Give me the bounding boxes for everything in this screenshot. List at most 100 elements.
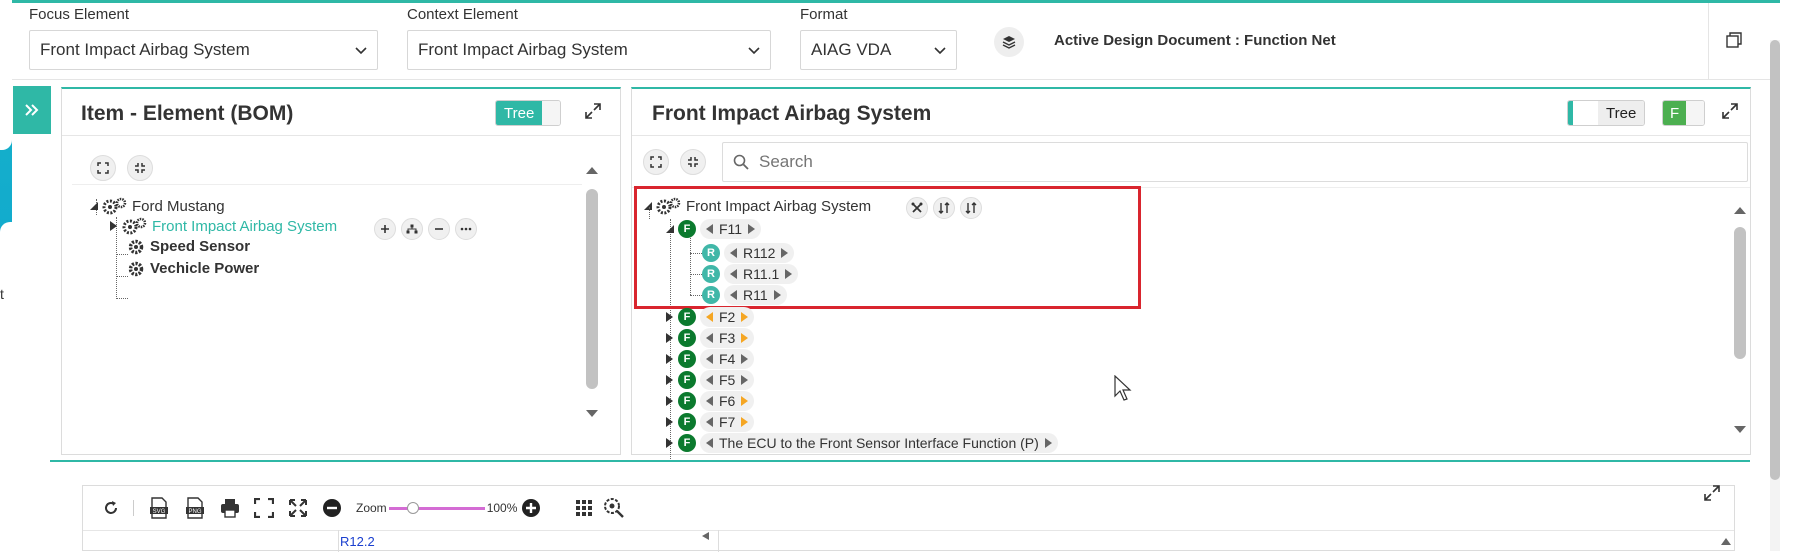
tree-node-ford-mustang[interactable]: Ford Mustang [90, 197, 225, 215]
fn-node-f5[interactable]: F F5 [666, 370, 755, 390]
expand-panel-icon[interactable] [585, 103, 601, 119]
hierarchy-icon [406, 224, 418, 234]
search-box[interactable] [722, 142, 1748, 182]
arrow-right-icon[interactable] [741, 417, 749, 427]
fn-node-ecu-interface[interactable]: F The ECU to the Front Sensor Interface … [666, 433, 1058, 453]
bom-scrollbar-thumb[interactable] [586, 189, 598, 389]
zoom-label: Zoom [356, 501, 387, 515]
search-input[interactable] [757, 151, 1657, 173]
arrow-right-icon[interactable] [1044, 438, 1052, 448]
fullscreen-icon[interactable] [288, 498, 308, 518]
page-scrollbar[interactable] [1770, 40, 1780, 551]
collapsed-triangle-icon [110, 221, 117, 231]
collapse-all-button[interactable] [680, 149, 706, 175]
more-options-button[interactable] [455, 218, 477, 240]
arrow-right-icon[interactable] [741, 333, 749, 343]
fn-node-pill[interactable]: F3 [700, 328, 755, 348]
chevron-down-icon [934, 47, 946, 55]
function-badge: F [678, 350, 696, 368]
scroll-up-icon[interactable] [1733, 205, 1747, 215]
f-toggle[interactable]: F [1662, 100, 1706, 126]
fn-node-f4[interactable]: F F4 [666, 349, 755, 369]
collapse-all-button[interactable] [127, 155, 153, 181]
add-node-button[interactable] [374, 218, 396, 240]
add-child-button[interactable] [401, 218, 423, 240]
context-element-select[interactable]: Front Impact Airbag System [407, 30, 771, 70]
grid-icon[interactable] [575, 499, 593, 517]
arrow-left-icon[interactable] [706, 438, 713, 448]
page-scrollbar-thumb[interactable] [1770, 40, 1780, 480]
arrow-right-icon[interactable] [741, 312, 749, 322]
fn-node-pill[interactable]: F7 [700, 412, 755, 432]
scroll-up-icon[interactable] [585, 165, 599, 175]
zoom-in-icon[interactable] [521, 498, 541, 518]
export-png-button[interactable]: PNG [184, 497, 206, 519]
scroll-down-icon[interactable] [585, 409, 599, 419]
tree-connector [116, 254, 128, 255]
scroll-down-icon[interactable] [1733, 425, 1747, 435]
arrow-left-icon[interactable] [700, 531, 710, 541]
restore-window-icon[interactable] [1726, 32, 1742, 48]
tree-node-label: Ford Mustang [132, 197, 225, 215]
expand-all-button[interactable] [90, 155, 116, 181]
fn-node-f3[interactable]: F F3 [666, 328, 755, 348]
print-icon[interactable] [220, 498, 240, 518]
fit-screen-icon[interactable] [254, 498, 274, 518]
search-icon [733, 154, 749, 170]
arrow-left-icon[interactable] [706, 354, 713, 364]
fn-node-f2[interactable]: F F2 [666, 307, 755, 327]
fn-node-f6[interactable]: F F6 [666, 391, 755, 411]
fn-node-f7[interactable]: F F7 [666, 412, 755, 432]
fn-node-pill[interactable]: The ECU to the Front Sensor Interface Fu… [700, 433, 1058, 453]
fn-node-pill[interactable]: F5 [700, 370, 755, 390]
fn-node-pill[interactable]: F2 [700, 307, 755, 327]
export-svg-button[interactable]: SVG [148, 497, 170, 519]
arrow-left-icon[interactable] [706, 312, 713, 322]
toggle-knob [1686, 101, 1705, 125]
left-edge-strip: t [0, 0, 12, 551]
zoom-out-icon[interactable] [322, 498, 342, 518]
tree-node-label: Speed Sensor [150, 238, 251, 255]
png-file-label: PNG [188, 509, 201, 515]
bom-panel-divider [62, 135, 620, 136]
arrow-left-icon[interactable] [706, 417, 713, 427]
collapsed-triangle-icon [666, 396, 673, 406]
diagram-toolbar: SVG PNG Zoom 100% [83, 486, 1734, 530]
fn-row-clip: F The ECU to the Front Sensor Interface … [632, 433, 1732, 455]
function-panel-title: Front Impact Airbag System [652, 102, 932, 125]
arrow-right-icon[interactable] [741, 354, 749, 364]
diagram-cell-text[interactable]: R12.2 [340, 534, 375, 549]
bom-tree-toggle[interactable]: Tree [495, 100, 562, 126]
expand-panel-icon[interactable] [1722, 103, 1738, 119]
remove-node-button[interactable] [428, 218, 450, 240]
function-tree-toggle[interactable]: Tree [1567, 100, 1646, 126]
zoom-slider-thumb[interactable] [407, 502, 420, 514]
scroll-up-icon[interactable] [1720, 536, 1732, 546]
fn-node-pill[interactable]: F4 [700, 349, 755, 369]
function-tree-toggle-label: Tree [1598, 101, 1645, 125]
tree-node-front-impact-airbag[interactable]: Front Impact Airbag System [110, 217, 337, 235]
arrow-right-icon[interactable] [741, 396, 749, 406]
layers-button[interactable] [994, 27, 1024, 57]
tree-node-vechicle-power[interactable]: Vechicle Power [128, 260, 259, 277]
refresh-icon[interactable] [103, 500, 119, 516]
chevron-down-icon [748, 47, 760, 55]
arrow-right-icon[interactable] [741, 375, 749, 385]
format-select[interactable]: AIAG VDA [800, 30, 957, 70]
toggle-knob [1568, 101, 1598, 125]
arrow-left-icon[interactable] [706, 333, 713, 343]
context-element-label: Context Element [407, 6, 518, 23]
sidebar-expand-button[interactable] [13, 86, 51, 134]
arrow-left-icon[interactable] [706, 396, 713, 406]
collapsed-triangle-icon [666, 438, 673, 448]
focus-element-select[interactable]: Front Impact Airbag System [29, 30, 378, 70]
tree-node-speed-sensor[interactable]: Speed Sensor [128, 238, 250, 255]
fn-node-pill[interactable]: F6 [700, 391, 755, 411]
zoom-search-icon[interactable] [603, 497, 625, 519]
arrow-left-icon[interactable] [706, 375, 713, 385]
expand-all-button[interactable] [643, 149, 669, 175]
context-element-value: Front Impact Airbag System [418, 40, 628, 59]
function-scrollbar-thumb[interactable] [1734, 227, 1746, 359]
zoom-slider[interactable] [388, 502, 485, 514]
expand-diagram-icon[interactable] [1704, 485, 1720, 501]
